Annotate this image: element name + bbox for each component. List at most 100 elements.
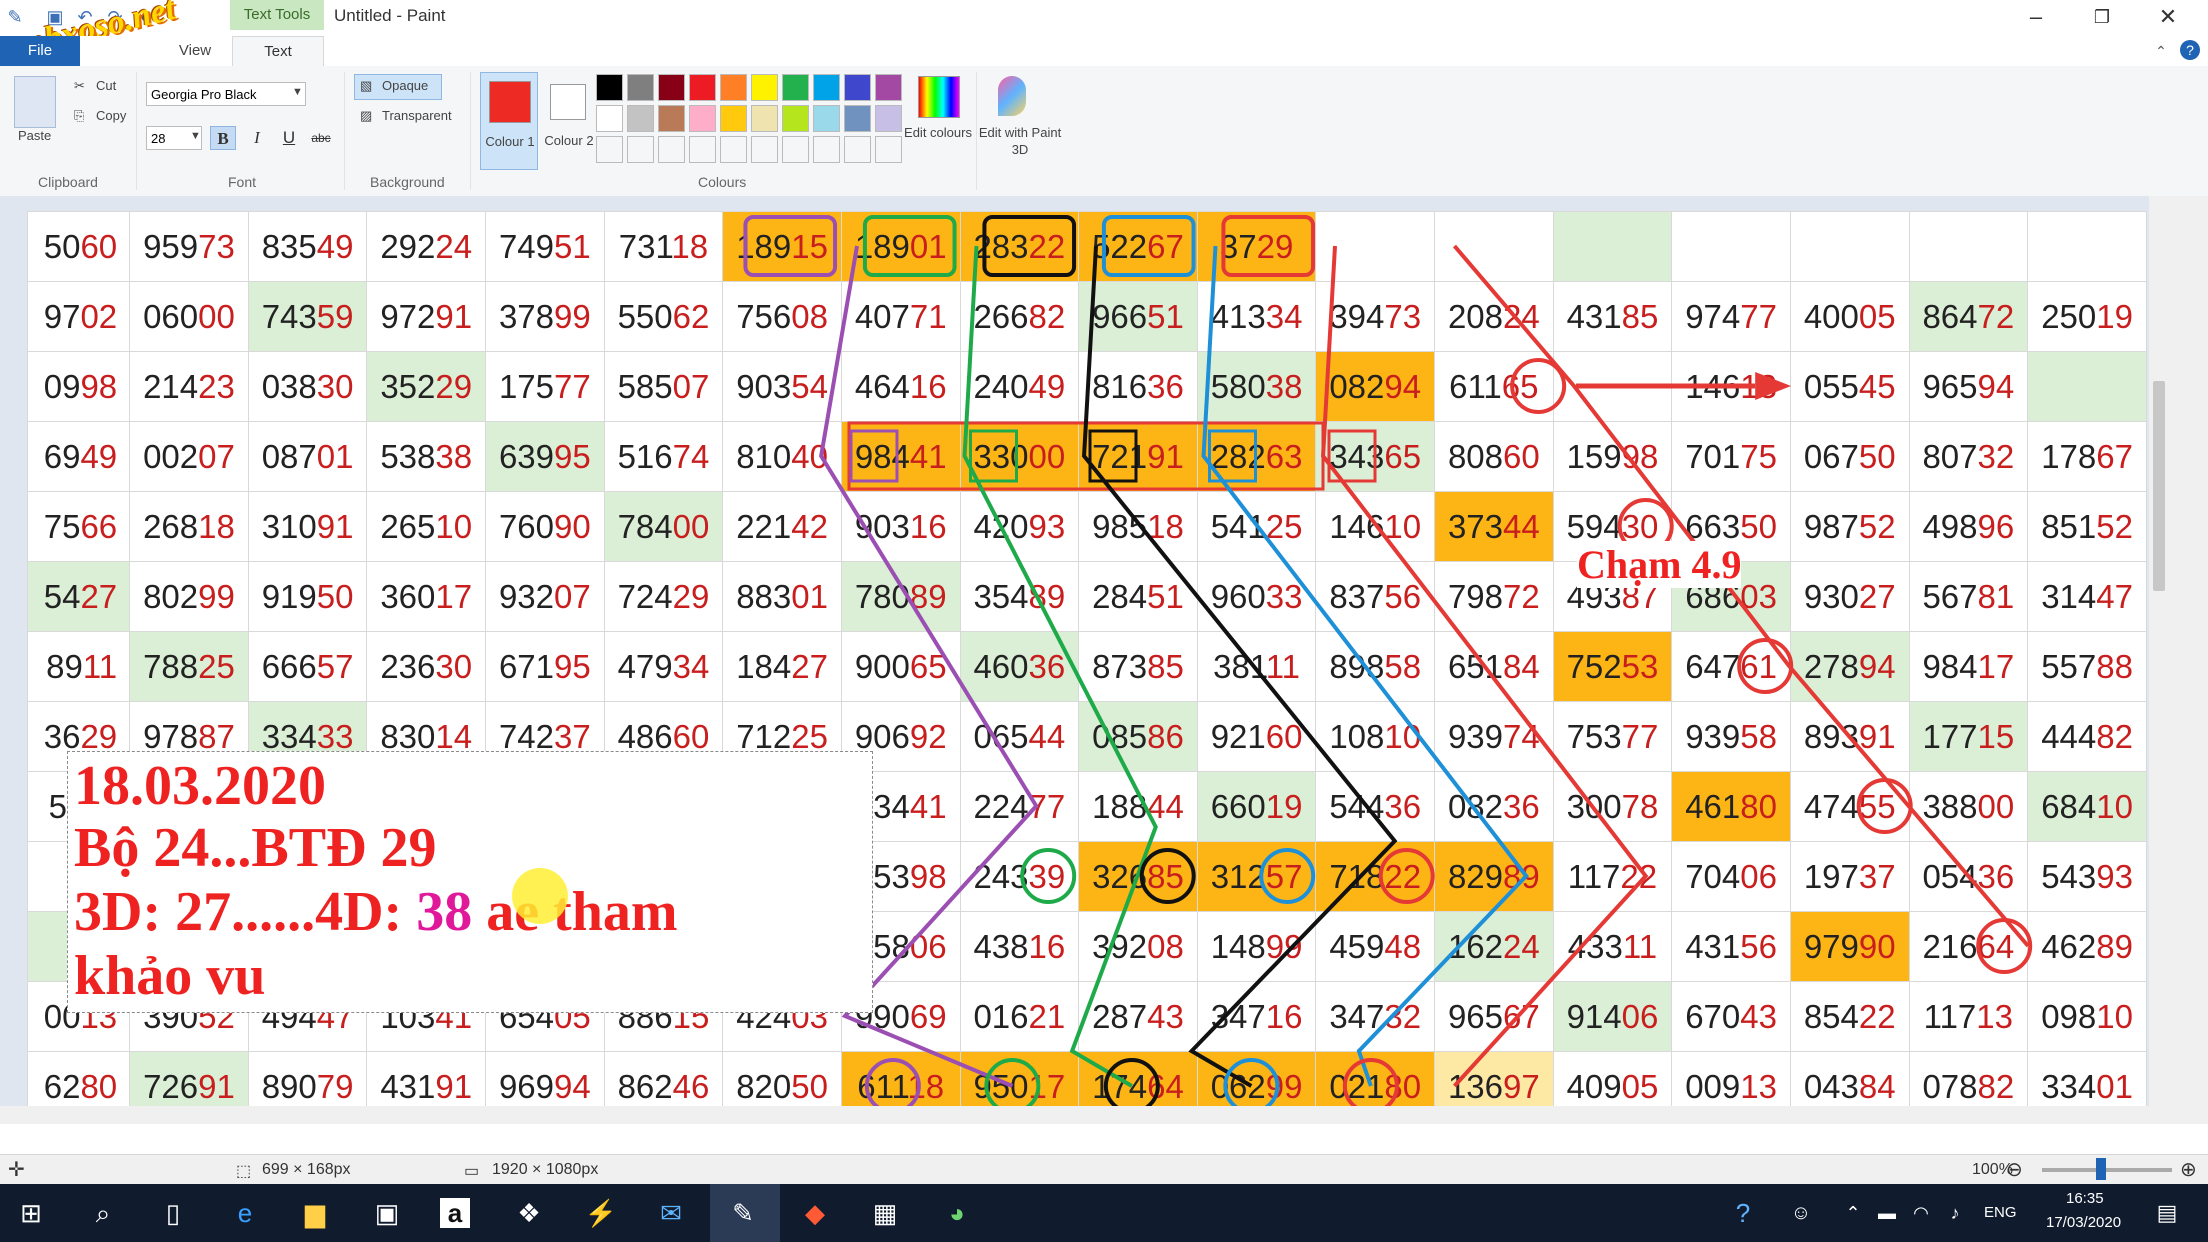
- search-icon[interactable]: ⌕: [86, 1196, 120, 1230]
- transparent-icon[interactable]: ▨: [360, 108, 372, 124]
- restore-button[interactable]: ❐: [2072, 2, 2132, 32]
- palette-colour-swatch[interactable]: [782, 105, 809, 132]
- notifications-icon[interactable]: ▤: [2150, 1196, 2184, 1230]
- palette-colour-swatch[interactable]: [689, 74, 716, 101]
- cell-suffix: 74: [672, 437, 710, 475]
- paste-button[interactable]: Paste: [18, 128, 51, 143]
- drawing-canvas[interactable]: 5060 95973 83549 29224 74951 73118 18915 18901 2…: [27, 211, 2147, 1119]
- palette-colour-swatch[interactable]: [844, 74, 871, 101]
- palette-custom-slot[interactable]: [658, 136, 685, 163]
- italic-button[interactable]: I: [244, 126, 270, 150]
- palette-custom-slot[interactable]: [596, 136, 623, 163]
- copy-icon[interactable]: ⎘: [74, 108, 84, 124]
- cell-prefix: 651: [1447, 647, 1504, 685]
- snipping-icon[interactable]: ▦: [868, 1196, 902, 1230]
- palette-colour-swatch[interactable]: [596, 105, 623, 132]
- zoom-slider-thumb[interactable]: [2096, 1158, 2106, 1180]
- cut-icon[interactable]: ✂: [74, 78, 85, 94]
- palette-colour-swatch[interactable]: [720, 105, 747, 132]
- volume-icon[interactable]: ♪: [1938, 1196, 1972, 1230]
- table-cell: 08236: [1434, 771, 1554, 842]
- close-button[interactable]: ✕: [2138, 2, 2198, 32]
- palette-custom-slot[interactable]: [751, 136, 778, 163]
- file-explorer-icon[interactable]: ▆: [298, 1196, 332, 1230]
- palette-colour-swatch[interactable]: [689, 105, 716, 132]
- wifi-icon[interactable]: ◠: [1904, 1196, 1938, 1230]
- table-cell: 49896: [1908, 491, 2029, 562]
- tab-text[interactable]: Text: [232, 36, 324, 67]
- people-icon[interactable]: ☺: [1784, 1196, 1818, 1230]
- palette-custom-slot[interactable]: [782, 136, 809, 163]
- office-icon[interactable]: ◆: [798, 1196, 832, 1230]
- windows-start-icon[interactable]: ⊞: [14, 1196, 48, 1230]
- edit-colours-button[interactable]: Edit colours: [900, 124, 976, 141]
- copy-button[interactable]: Copy: [96, 108, 126, 123]
- palette-colour-swatch[interactable]: [627, 105, 654, 132]
- palette-colour-swatch[interactable]: [844, 105, 871, 132]
- palette-colour-swatch[interactable]: [658, 74, 685, 101]
- underline-button[interactable]: U: [276, 126, 302, 150]
- paint-app-icon[interactable]: ✎: [726, 1196, 760, 1230]
- palette-custom-slot[interactable]: [627, 136, 654, 163]
- colour2-button[interactable]: Colour 2: [540, 72, 598, 170]
- clock-date[interactable]: 17/03/2020: [2046, 1214, 2121, 1231]
- cell-suffix: 51: [1147, 577, 1184, 615]
- palette-colour-swatch[interactable]: [813, 74, 840, 101]
- palette-custom-slot[interactable]: [844, 136, 871, 163]
- battery-icon[interactable]: ▬: [1870, 1196, 1904, 1230]
- help-tray-icon[interactable]: ?: [1726, 1196, 1760, 1230]
- store-icon[interactable]: ▣: [370, 1196, 404, 1230]
- camtasia-icon[interactable]: ◕: [940, 1196, 974, 1230]
- paint3d-icon[interactable]: [998, 76, 1026, 116]
- edge-browser-icon[interactable]: e: [228, 1196, 262, 1230]
- palette-colour-swatch[interactable]: [751, 105, 778, 132]
- cut-button[interactable]: Cut: [96, 78, 116, 93]
- clock-time[interactable]: 16:35: [2066, 1190, 2104, 1207]
- cell-prefix: 343: [1329, 437, 1385, 475]
- cell-suffix: 59: [316, 297, 354, 335]
- palette-colour-swatch[interactable]: [627, 74, 654, 101]
- palette-colour-swatch[interactable]: [875, 74, 902, 101]
- paste-icon[interactable]: [14, 76, 56, 128]
- tab-view[interactable]: View: [150, 36, 240, 66]
- chevron-up-icon[interactable]: ⌃: [1836, 1196, 1870, 1230]
- help-icon[interactable]: ?: [2180, 40, 2200, 60]
- minimize-button[interactable]: –: [2006, 2, 2066, 32]
- cell-suffix: 50: [316, 577, 354, 615]
- edit-colours-icon[interactable]: [918, 76, 960, 118]
- horizontal-scrollbar[interactable]: [0, 1106, 2149, 1124]
- edit-with-paint3d-button[interactable]: Edit with Paint 3D: [978, 124, 1062, 158]
- amazon-icon[interactable]: a: [440, 1198, 470, 1228]
- font-family-select[interactable]: Georgia Pro Black: [146, 82, 306, 106]
- task-view-icon[interactable]: ▯: [156, 1196, 190, 1230]
- zoom-out-button[interactable]: ⊖: [2006, 1157, 2023, 1182]
- collapse-ribbon-icon[interactable]: ⌃: [2152, 42, 2170, 60]
- palette-custom-slot[interactable]: [875, 136, 902, 163]
- palette-colour-swatch[interactable]: [875, 105, 902, 132]
- colour1-button[interactable]: Colour 1: [480, 72, 538, 170]
- palette-custom-slot[interactable]: [689, 136, 716, 163]
- canvas-area[interactable]: 5060 95973 83549 29224 74951 73118 18915 18901 2…: [0, 196, 2208, 1124]
- palette-colour-swatch[interactable]: [658, 105, 685, 132]
- palette-colour-swatch[interactable]: [782, 74, 809, 101]
- strikethrough-button[interactable]: abc: [308, 126, 334, 150]
- palette-custom-slot[interactable]: [720, 136, 747, 163]
- palette-colour-swatch[interactable]: [813, 105, 840, 132]
- language-indicator[interactable]: ENG: [1984, 1204, 2017, 1221]
- palette-custom-slot[interactable]: [813, 136, 840, 163]
- vertical-scroll-thumb[interactable]: [2153, 381, 2165, 591]
- palette-colour-swatch[interactable]: [720, 74, 747, 101]
- mail-icon[interactable]: ✉: [654, 1196, 688, 1230]
- vertical-scrollbar[interactable]: [2149, 196, 2208, 1124]
- dropbox-icon[interactable]: ❖: [512, 1196, 546, 1230]
- zoom-in-button[interactable]: ⊕: [2180, 1157, 2197, 1182]
- tab-file[interactable]: File: [0, 36, 80, 66]
- transparent-button[interactable]: Transparent: [382, 108, 452, 123]
- bold-button[interactable]: B: [210, 126, 236, 150]
- text-box[interactable]: 18.03.2020 Bộ 24...BTĐ 29 3D: 27......4D…: [67, 751, 873, 1013]
- cell-prefix: 108: [1329, 717, 1385, 755]
- visual-studio-icon[interactable]: ⚡: [584, 1196, 618, 1230]
- zoom-slider[interactable]: [2042, 1168, 2172, 1172]
- palette-colour-swatch[interactable]: [596, 74, 623, 101]
- palette-colour-swatch[interactable]: [751, 74, 778, 101]
